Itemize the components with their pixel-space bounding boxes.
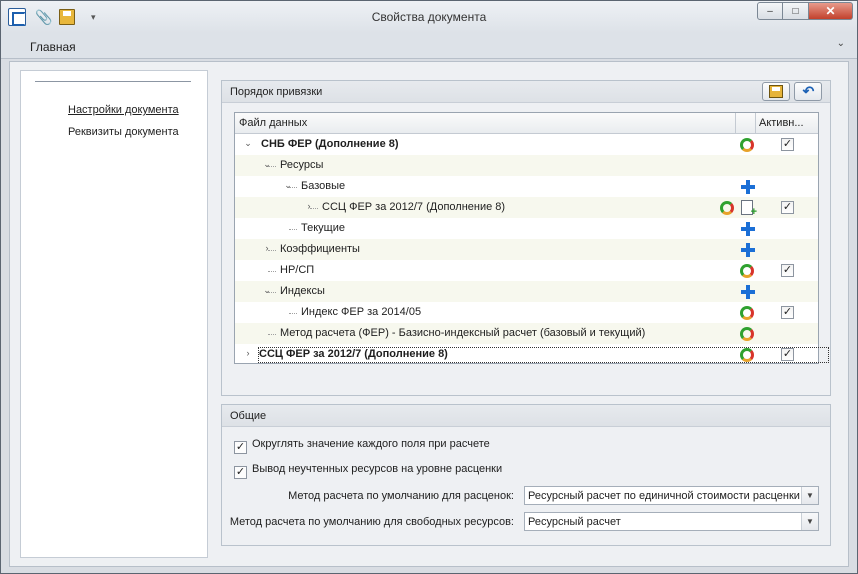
nav-item-document-details[interactable]: Реквизиты документа — [68, 126, 179, 138]
tree-row[interactable]: Текущие — [235, 218, 818, 239]
ribbon-collapse-icon[interactable]: ⌄ — [837, 38, 845, 49]
window-controls: – □ ✕ — [757, 2, 853, 20]
save-icon — [769, 85, 783, 98]
unaccounted-resources-option[interactable]: ✓ Вывод неучтенных ресурсов на уровне рас… — [234, 463, 502, 479]
plus-icon[interactable] — [740, 242, 756, 258]
tree-guide-line — [310, 208, 318, 209]
tree-guide-line — [268, 334, 276, 335]
tree-row-label: СНБ ФЕР (Дополнение 8) — [261, 138, 399, 150]
free-resources-method-select[interactable]: Ресурсный расчет ▼ — [524, 512, 819, 531]
active-checkbox[interactable]: ✓ — [781, 264, 794, 277]
tree-row[interactable]: ⌄ Индексы — [235, 281, 818, 302]
column-header-data-file[interactable]: Файл данных — [239, 117, 735, 129]
undo-icon: ↶ — [802, 83, 815, 99]
tree-guide-line — [268, 250, 276, 251]
general-title: Общие — [230, 410, 267, 422]
tree-row[interactable]: Индекс ФЕР за 2014/05 ✓ — [235, 302, 818, 323]
unaccounted-resources-checkbox[interactable]: ✓ — [234, 466, 247, 479]
settings-nav: Настройки документа Реквизиты документа — [20, 70, 208, 558]
tree-guide-line — [268, 292, 276, 293]
document-properties-window: 📎 ▾ Свойства документа – □ ✕ Главная ⌄ Н… — [0, 0, 858, 574]
tree-row-label: Текущие — [301, 222, 345, 234]
tree-row[interactable]: ⌄ СНБ ФЕР (Дополнение 8) ✓ — [235, 134, 818, 155]
active-checkbox[interactable]: ✓ — [781, 306, 794, 319]
tree-row-label: НР/СП — [280, 264, 315, 276]
round-each-field-label: Округлять значение каждого поля при расч… — [252, 438, 490, 450]
save-binding-button[interactable] — [762, 82, 790, 101]
refresh-icon[interactable] — [740, 138, 754, 152]
add-document-icon[interactable] — [741, 200, 757, 218]
refresh-icon[interactable] — [740, 348, 754, 362]
refresh-icon[interactable] — [740, 306, 754, 320]
binding-order-header: Порядок привязки ↶ — [222, 81, 830, 103]
undo-button[interactable]: ↶ — [794, 82, 822, 101]
tree-guide-line — [268, 271, 276, 272]
free-resources-method-label: Метод расчета по умолчанию для свободных… — [229, 516, 514, 528]
rates-method-label: Метод расчета по умолчанию для расценок: — [288, 490, 514, 502]
tree-row[interactable]: › Коэффициенты — [235, 239, 818, 260]
general-header: Общие — [222, 405, 830, 427]
tree-row[interactable]: › ССЦ ФЕР за 2012/7 (Дополнение 8) ✓ — [235, 197, 818, 218]
round-each-field-checkbox[interactable]: ✓ — [234, 441, 247, 454]
collapse-arrow-icon[interactable]: ⌄ — [262, 285, 272, 296]
plus-icon[interactable] — [740, 284, 756, 300]
ribbon-tabs: Главная ⌄ — [1, 33, 857, 59]
tree-row-label: Ресурсы — [280, 159, 324, 171]
nav-divider — [35, 81, 191, 82]
round-each-field-option[interactable]: ✓ Округлять значение каждого поля при рас… — [234, 438, 490, 454]
expand-arrow-icon[interactable]: › — [243, 348, 253, 358]
binding-order-title: Порядок привязки — [230, 86, 323, 98]
unaccounted-resources-label: Вывод неучтенных ресурсов на уровне расц… — [252, 463, 503, 475]
expand-arrow-icon[interactable]: › — [304, 201, 314, 211]
title-bar: 📎 ▾ Свойства документа – □ ✕ — [1, 1, 857, 33]
content-area: Настройки документа Реквизиты документа … — [9, 61, 849, 567]
refresh-icon[interactable] — [720, 201, 734, 215]
tree-guide-line — [289, 313, 297, 314]
rates-method-select[interactable]: Ресурсный расчет по единичной стоимости … — [524, 486, 819, 505]
tree-row[interactable]: ⌄ Базовые — [235, 176, 818, 197]
rates-method-value: Ресурсный расчет по единичной стоимости … — [528, 490, 800, 502]
tree-row[interactable]: НР/СП ✓ — [235, 260, 818, 281]
chevron-down-icon[interactable]: ▼ — [801, 487, 818, 504]
collapse-arrow-icon[interactable]: ⌄ — [262, 159, 272, 170]
nav-item-document-settings[interactable]: Настройки документа — [68, 104, 179, 116]
plus-icon[interactable] — [740, 221, 756, 237]
maximize-button[interactable]: □ — [783, 2, 809, 20]
binding-order-group: Порядок привязки ↶ Файл данных Активн...… — [221, 80, 831, 396]
tree-row-label: Индекс ФЕР за 2014/05 — [301, 306, 422, 318]
active-checkbox[interactable]: ✓ — [781, 348, 794, 361]
column-header-active[interactable]: Активн... — [759, 117, 811, 129]
close-button[interactable]: ✕ — [809, 2, 853, 20]
tree-row-label: Метод расчета (ФЕР) - Базисно-индексный … — [280, 327, 646, 339]
binding-tree[interactable]: Файл данных Активн... ⌄ СНБ ФЕР (Дополнен… — [234, 112, 829, 365]
column-divider — [735, 113, 736, 134]
plus-icon[interactable] — [740, 179, 756, 195]
tree-row-label: ССЦ ФЕР за 2012/7 (Дополнение 8) — [322, 201, 506, 213]
tree-header: Файл данных Активн... — [235, 113, 818, 134]
window-title: Свойства документа — [371, 10, 487, 24]
minimize-button[interactable]: – — [757, 2, 783, 20]
tree-row[interactable]: Метод расчета (ФЕР) - Базисно-индексный … — [235, 323, 818, 344]
tree-row-label: Коэффициенты — [280, 243, 360, 255]
refresh-icon[interactable] — [740, 327, 754, 341]
active-checkbox[interactable]: ✓ — [781, 201, 794, 214]
tree-row[interactable]: ⌄ Ресурсы — [235, 155, 818, 176]
active-checkbox[interactable]: ✓ — [781, 138, 794, 151]
general-group: Общие ✓ Округлять значение каждого поля п… — [221, 404, 831, 546]
column-divider — [755, 113, 756, 134]
tab-home[interactable]: Главная — [30, 40, 76, 54]
refresh-icon[interactable] — [740, 264, 754, 278]
chevron-down-icon[interactable]: ▼ — [801, 513, 818, 530]
tree-guide-line — [268, 166, 276, 167]
tree-row-label: Базовые — [301, 180, 346, 192]
free-resources-method-value: Ресурсный расчет — [528, 516, 621, 528]
tree-guide-line — [289, 187, 297, 188]
tree-guide-line — [289, 229, 297, 230]
collapse-arrow-icon[interactable]: ⌄ — [283, 180, 293, 191]
expand-arrow-icon[interactable]: › — [262, 243, 272, 253]
tree-row[interactable]: ›ССЦ ФЕР за 2012/7 (Дополнение 8)✓ — [235, 344, 829, 365]
tree-row-label: Индексы — [280, 285, 325, 297]
collapse-arrow-icon[interactable]: ⌄ — [243, 138, 253, 149]
